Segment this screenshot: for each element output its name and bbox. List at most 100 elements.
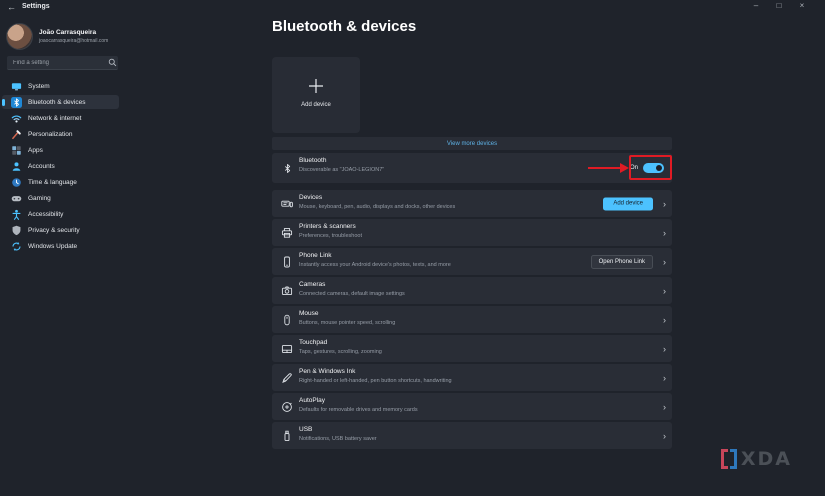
view-more-devices-bar[interactable]: View more devices	[272, 137, 672, 150]
sidebar-item-label: Personalization	[28, 130, 73, 138]
view-more-devices-link[interactable]: View more devices	[447, 141, 497, 147]
add-device-tile-label: Add device	[301, 102, 331, 108]
gaming-icon	[10, 192, 22, 204]
search-input[interactable]	[7, 59, 106, 66]
row-title: Phone Link	[299, 252, 332, 259]
chevron-right-icon: ›	[663, 343, 666, 354]
settings-row-devices[interactable]: Devices Mouse, keyboard, pen, audio, dis…	[272, 190, 672, 217]
sidebar-item-label: Accounts	[28, 162, 55, 170]
sidebar-item-bluetooth-devices[interactable]: Bluetooth & devices	[2, 95, 119, 109]
avatar	[6, 23, 33, 50]
accounts-icon	[10, 160, 22, 172]
row-subtitle: Buttons, mouse pointer speed, scrolling	[299, 319, 396, 326]
sidebar-nav: System Bluetooth & devices Network & int…	[2, 79, 119, 253]
privacy-icon	[10, 224, 22, 236]
back-button[interactable]: ←	[7, 2, 16, 12]
row-subtitle: Defaults for removable drives and memory…	[299, 406, 418, 413]
settings-row-mouse[interactable]: Mouse Buttons, mouse pointer speed, scro…	[272, 306, 672, 333]
row-subtitle: Notifications, USB battery saver	[299, 435, 377, 442]
chevron-right-icon: ›	[663, 314, 666, 325]
settings-row-usb[interactable]: USB Notifications, USB battery saver ›	[272, 422, 672, 449]
autoplay-icon	[281, 401, 293, 413]
phone-icon	[281, 256, 293, 268]
page-title: Bluetooth & devices	[272, 18, 417, 35]
row-subtitle: Taps, gestures, scrolling, zooming	[299, 348, 382, 355]
minimize-button[interactable]: –	[751, 1, 761, 10]
sidebar-item-time-language[interactable]: Time & language	[2, 175, 119, 189]
maximize-button[interactable]: □	[774, 1, 784, 10]
sidebar-item-gaming[interactable]: Gaming	[2, 191, 119, 205]
close-button[interactable]: ×	[797, 1, 807, 10]
sidebar-item-network-internet[interactable]: Network & internet	[2, 111, 119, 125]
profile-card: João Carrasqueira joaocarrasqueira@hotma…	[6, 23, 108, 50]
row-subtitle: Right-handed or left-handed, pen button …	[299, 377, 452, 384]
sidebar-item-accounts[interactable]: Accounts	[2, 159, 119, 173]
row-title: Devices	[299, 194, 323, 201]
pen-icon	[281, 372, 293, 384]
sidebar-item-label: Gaming	[28, 194, 51, 202]
settings-row-pen-windows-ink[interactable]: Pen & Windows Ink Right-handed or left-h…	[272, 364, 672, 391]
xda-bracket-right-icon	[729, 449, 737, 469]
plus-icon	[307, 77, 325, 95]
printer-icon	[281, 227, 293, 239]
chevron-right-icon: ›	[663, 256, 666, 267]
settings-row-autoplay[interactable]: AutoPlay Defaults for removable drives a…	[272, 393, 672, 420]
xda-watermark: XDA	[720, 448, 792, 470]
open-phone-link-button[interactable]: Open Phone Link	[590, 254, 653, 269]
chevron-right-icon: ›	[663, 227, 666, 238]
sidebar-item-label: Accessibility	[28, 210, 64, 218]
row-subtitle: Mouse, keyboard, pen, audio, displays an…	[299, 203, 456, 210]
settings-row-cameras[interactable]: Cameras Connected cameras, default image…	[272, 277, 672, 304]
sidebar-item-accessibility[interactable]: Accessibility	[2, 207, 119, 221]
row-title: USB	[299, 426, 313, 433]
sidebar-item-label: Windows Update	[28, 242, 78, 250]
sidebar-item-apps[interactable]: Apps	[2, 143, 119, 157]
chevron-right-icon: ›	[663, 401, 666, 412]
sidebar-item-label: Bluetooth & devices	[28, 98, 86, 106]
chevron-right-icon: ›	[663, 198, 666, 209]
chevron-right-icon: ›	[663, 430, 666, 441]
apps-icon	[10, 144, 22, 156]
xda-bracket-left-icon	[720, 449, 728, 469]
xda-logo-text: XDA	[740, 448, 792, 470]
devices-icon	[281, 198, 293, 210]
profile-name: João Carrasqueira	[39, 29, 97, 36]
profile-email: joaocarrasqueira@hotmail.com	[39, 38, 109, 44]
window-title: Settings	[22, 3, 50, 10]
sidebar-item-privacy-security[interactable]: Privacy & security	[2, 223, 119, 237]
settings-row-printers-scanners[interactable]: Printers & scanners Preferences, trouble…	[272, 219, 672, 246]
windows-update-icon	[10, 240, 22, 252]
row-title: Bluetooth	[299, 157, 327, 164]
settings-row-phone-link[interactable]: Phone Link Instantly access your Android…	[272, 248, 672, 275]
chevron-right-icon: ›	[663, 372, 666, 383]
add-device-tile[interactable]: Add device	[272, 57, 360, 133]
row-subtitle: Instantly access your Android device's p…	[299, 261, 451, 268]
camera-icon	[281, 285, 293, 297]
time-language-icon	[10, 176, 22, 188]
settings-row-touchpad[interactable]: Touchpad Taps, gestures, scrolling, zoom…	[272, 335, 672, 362]
sidebar-item-label: Privacy & security	[28, 226, 80, 234]
sidebar-item-system[interactable]: System	[2, 79, 119, 93]
sidebar-item-label: Time & language	[28, 178, 77, 186]
row-title: Pen & Windows Ink	[299, 368, 356, 375]
network-icon	[10, 112, 22, 124]
row-title: Printers & scanners	[299, 223, 356, 230]
row-title: Cameras	[299, 281, 326, 288]
search-box[interactable]	[7, 56, 118, 70]
row-subtitle: Preferences, troubleshoot	[299, 232, 362, 239]
annotation-arrow-line	[588, 167, 622, 169]
annotation-arrow-head	[620, 163, 629, 173]
bluetooth-glyph-icon	[281, 162, 293, 174]
sidebar-item-personalization[interactable]: Personalization	[2, 127, 119, 141]
sidebar-item-windows-update[interactable]: Windows Update	[2, 239, 119, 253]
row-title: Mouse	[299, 310, 319, 317]
add-device-button[interactable]: Add device	[603, 197, 653, 210]
row-subtitle: Connected cameras, default image setting…	[299, 290, 405, 297]
usb-icon	[281, 430, 293, 442]
annotation-highlight-box	[629, 155, 672, 180]
accessibility-icon	[10, 208, 22, 220]
titlebar: ← Settings – □ ×	[0, 0, 825, 16]
row-title: AutoPlay	[299, 397, 326, 404]
sidebar-item-label: Apps	[28, 146, 43, 154]
chevron-right-icon: ›	[663, 285, 666, 296]
